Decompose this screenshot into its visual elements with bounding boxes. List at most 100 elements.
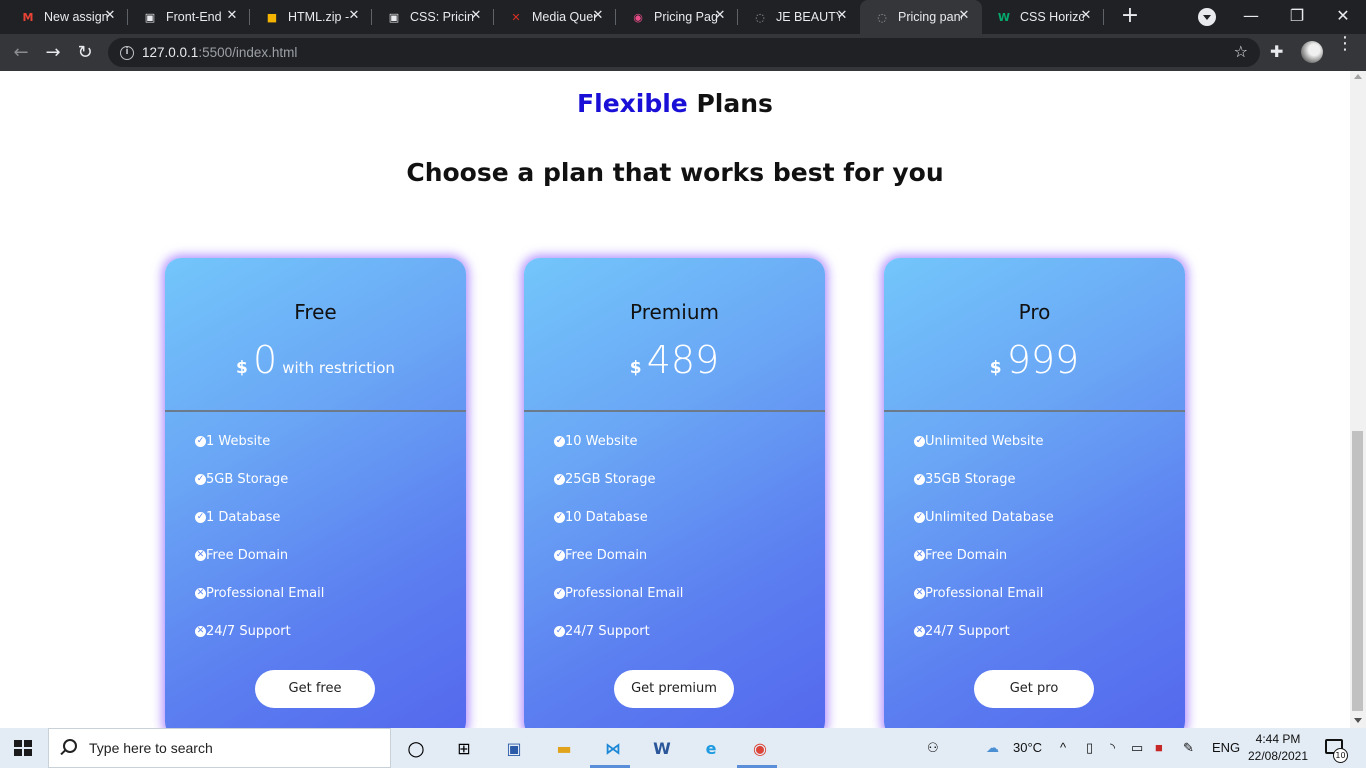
weather-icon[interactable]: ☁ xyxy=(986,740,999,756)
browser-tab[interactable]: ◌ Pricing panel✕ xyxy=(860,0,982,34)
feature-text: 24/7 Support xyxy=(925,624,1010,639)
internet-explorer-icon[interactable]: e xyxy=(699,736,723,760)
extensions-puzzle-icon[interactable]: ✚ xyxy=(1270,42,1283,61)
remote-desktop-icon[interactable]: ▣ xyxy=(502,736,526,760)
wifi-icon[interactable]: ◝ xyxy=(1110,740,1115,756)
tab-close-icon[interactable]: ✕ xyxy=(712,8,728,23)
back-button[interactable]: ← xyxy=(8,40,34,66)
windows-start-button[interactable] xyxy=(14,740,32,756)
browser-tab[interactable]: ◉ Pricing Page ✕ xyxy=(616,0,738,34)
battery-icon[interactable]: ▭ xyxy=(1131,740,1143,756)
page-title-rest: Plans xyxy=(696,89,773,118)
bookmark-star-icon[interactable]: ☆ xyxy=(1234,42,1248,61)
pen-icon[interactable]: ✎ xyxy=(1183,740,1194,756)
check-circle-icon: ✓ xyxy=(554,474,565,485)
forward-button[interactable]: → xyxy=(40,40,66,66)
tab-title: HTML.zip - xyxy=(288,10,350,24)
restore-window-button[interactable]: ❐ xyxy=(1277,4,1317,28)
tab-search-icon[interactable] xyxy=(1198,8,1216,26)
system-clock[interactable]: 4:44 PM 22/08/2021 xyxy=(1240,731,1316,765)
browser-tab[interactable]: ✕Media Queries✕ xyxy=(494,0,616,34)
browser-tab[interactable]: ▣ Front-End ✕ xyxy=(128,0,250,34)
profile-avatar[interactable] xyxy=(1301,41,1323,63)
tab-title: Front-End xyxy=(166,10,222,24)
feature-item: ✓ Unlimited Website xyxy=(914,434,1054,472)
minimize-window-button[interactable]: — xyxy=(1231,4,1271,28)
feature-text: 1 Website xyxy=(206,434,271,449)
task-view-icon[interactable]: ⊞ xyxy=(452,736,476,760)
browser-tab[interactable]: M New assignment✕ xyxy=(6,0,128,34)
page-scrollbar[interactable] xyxy=(1350,71,1366,728)
feature-item: ✕ 24/7 Support xyxy=(914,624,1054,662)
file-explorer-icon[interactable]: ▬ xyxy=(552,736,576,760)
feature-text: Free Domain xyxy=(206,548,289,563)
site-info-icon[interactable]: i xyxy=(120,45,134,60)
globe-icon: ◌ xyxy=(755,10,765,24)
get-pro-button[interactable]: Get pro xyxy=(974,670,1094,708)
check-circle-icon: ✓ xyxy=(554,626,565,637)
close-window-button[interactable]: ✕ xyxy=(1323,4,1363,28)
get-premium-button[interactable]: Get premium xyxy=(614,670,734,708)
tab-close-icon[interactable]: ✕ xyxy=(102,8,118,23)
check-circle-icon: ✓ xyxy=(914,512,925,523)
price-amount: 999 xyxy=(1006,338,1080,382)
tab-close-icon[interactable]: ✕ xyxy=(468,8,484,23)
plan-name: Free xyxy=(294,300,337,324)
clock-time: 4:44 PM xyxy=(1255,732,1301,746)
feature-text: 10 Database xyxy=(565,510,648,525)
browser-menu-icon[interactable]: ⋮ xyxy=(1336,35,1354,53)
tab-close-icon[interactable]: ✕ xyxy=(956,8,972,23)
reload-button[interactable]: ↻ xyxy=(72,40,98,66)
scrollbar-thumb[interactable] xyxy=(1352,431,1363,711)
new-tab-button[interactable]: + xyxy=(1118,4,1142,28)
feature-item: ✓ 24/7 Support xyxy=(554,624,683,662)
scroll-down-arrow-icon[interactable] xyxy=(1354,718,1362,723)
browser-tab[interactable]: ▣ CSS: Pricing ✕ xyxy=(372,0,494,34)
pricing-card-free: Free $ 0 with restriction ✓ 1 Website ✓ 5GB S… xyxy=(165,258,466,728)
show-hidden-icons-chevron-icon[interactable]: ^ xyxy=(1060,740,1066,755)
antivirus-icon[interactable]: ■ xyxy=(1155,740,1163,755)
taskbar-search-box[interactable]: Type here to search xyxy=(48,728,391,768)
feature-item: ✓ 1 Website xyxy=(195,434,324,472)
feature-list: ✓ Unlimited Website ✓ 35GB Storage ✓ Unlimite… xyxy=(914,434,1054,662)
browser-tab[interactable]: ◌ JE BEAUTY ✕ xyxy=(738,0,860,34)
tab-close-icon[interactable]: ✕ xyxy=(346,8,362,23)
check-circle-icon: ✓ xyxy=(195,436,206,447)
weather-temperature[interactable]: 30°C xyxy=(1013,740,1042,755)
x-circle-icon: ✕ xyxy=(195,626,206,637)
card-divider xyxy=(524,410,825,412)
pricing-card-pro: Pro $ 999 ✓ Unlimited Website ✓ 35GB Storage ✓… xyxy=(884,258,1185,728)
currency-symbol: $ xyxy=(629,358,642,378)
usb-icon[interactable]: ▯ xyxy=(1086,740,1093,756)
plan-name: Pro xyxy=(1018,300,1051,324)
globe-icon: ◌ xyxy=(877,10,887,24)
browser-tab[interactable]: ■ HTML.zip - ✕ xyxy=(250,0,372,34)
tab-close-icon[interactable]: ✕ xyxy=(224,8,240,23)
check-circle-icon: ✓ xyxy=(914,474,925,485)
card-divider xyxy=(165,410,466,412)
feature-text: 35GB Storage xyxy=(925,472,1016,487)
feature-item: ✕ Professional Email xyxy=(195,586,324,624)
browser-tab[interactable]: W CSS Horizontal✕ xyxy=(982,0,1104,34)
feature-item: ✓ 10 Website xyxy=(554,434,683,472)
tab-close-icon[interactable]: ✕ xyxy=(834,8,850,23)
vscode-icon[interactable]: ⋈ xyxy=(601,736,625,760)
pricing-card-premium: Premium $ 489 ✓ 10 Website ✓ 25GB Storage ✓ 10 … xyxy=(524,258,825,728)
tab-close-icon[interactable]: ✕ xyxy=(1078,8,1094,23)
feature-text: 25GB Storage xyxy=(565,472,656,487)
gmail-icon: M xyxy=(22,10,34,24)
get-free-button[interactable]: Get free xyxy=(255,670,375,708)
word-icon[interactable]: W xyxy=(650,736,674,760)
address-bar[interactable]: i 127.0.0.1:5500/index.html ☆ xyxy=(108,38,1260,67)
feature-text: Free Domain xyxy=(925,548,1008,563)
w3schools-icon: W xyxy=(997,10,1011,24)
input-language[interactable]: ENG xyxy=(1212,740,1240,755)
x-circle-icon: ✕ xyxy=(195,550,206,561)
scroll-up-arrow-icon[interactable] xyxy=(1354,74,1362,79)
currency-symbol: $ xyxy=(989,358,1002,378)
cortana-icon[interactable]: ○ xyxy=(404,736,428,760)
feature-item: ✓ 1 Database xyxy=(195,510,324,548)
chrome-icon[interactable]: ◉ xyxy=(748,736,772,760)
tab-close-icon[interactable]: ✕ xyxy=(590,8,606,23)
people-icon[interactable]: ⚇ xyxy=(927,740,939,756)
